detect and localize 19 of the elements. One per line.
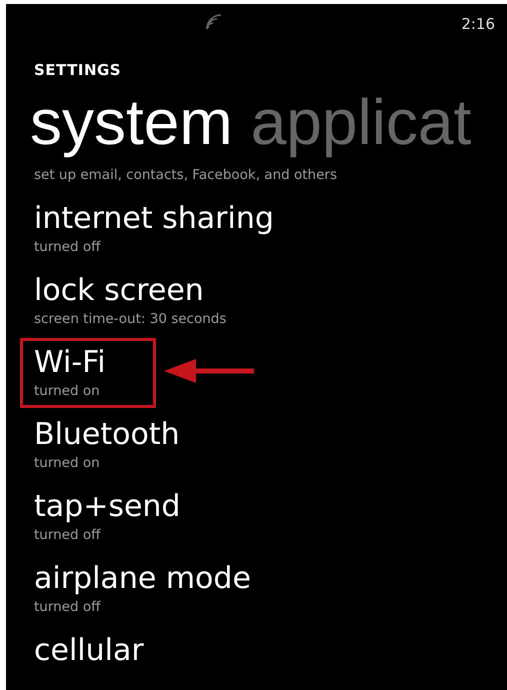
setting-status: turned off: [34, 238, 100, 256]
setting-status: set up email, contacts, Facebook, and others: [34, 166, 337, 184]
pivot-tab[interactable]: system: [30, 84, 233, 166]
setting-status: turned on: [34, 454, 100, 472]
setting-title[interactable]: internet sharing: [34, 200, 274, 238]
app-title: SETTINGS: [33, 60, 122, 81]
setting-title[interactable]: lock screen: [34, 272, 204, 310]
pivot-tab[interactable]: applicat: [250, 84, 472, 166]
setting-title[interactable]: tap+send: [34, 488, 180, 526]
setting-title[interactable]: Bluetooth: [34, 416, 180, 454]
setting-status: screen time-out: 30 seconds: [34, 310, 226, 328]
setting-title[interactable]: airplane mode: [34, 560, 251, 598]
setting-status: turned off: [34, 526, 100, 544]
signal-icon: [204, 14, 222, 30]
clock-time: 2:16: [461, 15, 495, 33]
setting-title[interactable]: cellular: [34, 632, 144, 670]
setting-status: turned off: [34, 598, 100, 616]
setting-status: turned on: [34, 382, 100, 400]
setting-title[interactable]: Wi-Fi: [34, 344, 106, 382]
